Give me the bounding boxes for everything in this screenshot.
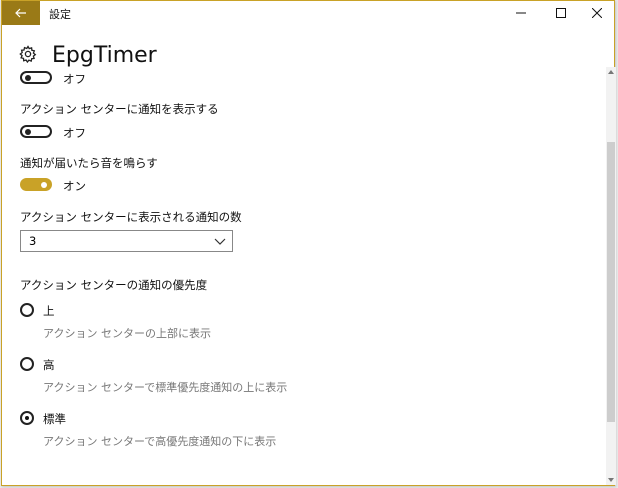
maximize-button[interactable]	[542, 1, 580, 25]
gear-icon	[19, 45, 37, 63]
scroll-up-icon	[608, 70, 614, 74]
close-button[interactable]	[578, 1, 616, 25]
window-title: 設定	[49, 8, 71, 21]
prev-toggle-state: オフ	[63, 72, 86, 86]
priority-label: アクション センターの通知の優先度	[20, 278, 208, 292]
priority-radio-top[interactable]	[20, 303, 34, 317]
vertical-scrollbar[interactable]	[606, 67, 616, 485]
chevron-down-icon	[214, 238, 226, 245]
back-arrow-icon	[15, 8, 26, 18]
priority-option-label: 高	[43, 358, 55, 372]
page-title: EpgTimer	[52, 43, 157, 68]
priority-option-label: 上	[43, 304, 55, 318]
priority-option-desc: アクション センターの上部に表示	[43, 327, 211, 340]
scroll-down-icon	[608, 478, 614, 482]
minimize-icon	[516, 12, 526, 14]
title-bar: 設定	[2, 1, 614, 25]
notify-count-dropdown[interactable]: 3	[20, 230, 233, 252]
maximize-icon	[556, 8, 566, 18]
priority-option-desc: アクション センターで標準優先度通知の上に表示	[43, 381, 288, 394]
sound-notify-label: 通知が届いたら音を鳴らす	[20, 156, 158, 170]
scroll-up-button[interactable]	[606, 67, 616, 77]
back-button[interactable]	[2, 1, 40, 25]
priority-option-desc: アクション センターで高優先度通知の下に表示	[43, 435, 277, 448]
scroll-thumb[interactable]	[607, 141, 615, 422]
notify-count-value: 3	[29, 234, 37, 248]
action-center-notify-state: オフ	[63, 126, 86, 140]
scroll-down-button[interactable]	[606, 475, 616, 485]
action-center-notify-toggle[interactable]	[20, 125, 52, 138]
priority-option-label: 標準	[43, 412, 66, 426]
settings-content: オフ アクション センターに通知を表示する オフ 通知が届いたら音を鳴らす オン…	[2, 67, 602, 485]
minimize-button[interactable]	[502, 1, 540, 25]
priority-radio-normal[interactable]	[20, 411, 34, 425]
close-icon	[592, 8, 602, 18]
sound-notify-state: オン	[63, 179, 86, 193]
settings-window: 設定 EpgTimer オフ アクション センターに通知を表示する オフ 通知が…	[1, 0, 616, 486]
prev-toggle[interactable]	[20, 71, 52, 84]
sound-notify-toggle[interactable]	[20, 178, 52, 191]
notify-count-label: アクション センターに表示される通知の数	[20, 210, 242, 224]
priority-radio-high[interactable]	[20, 357, 34, 371]
action-center-notify-label: アクション センターに通知を表示する	[20, 102, 219, 116]
